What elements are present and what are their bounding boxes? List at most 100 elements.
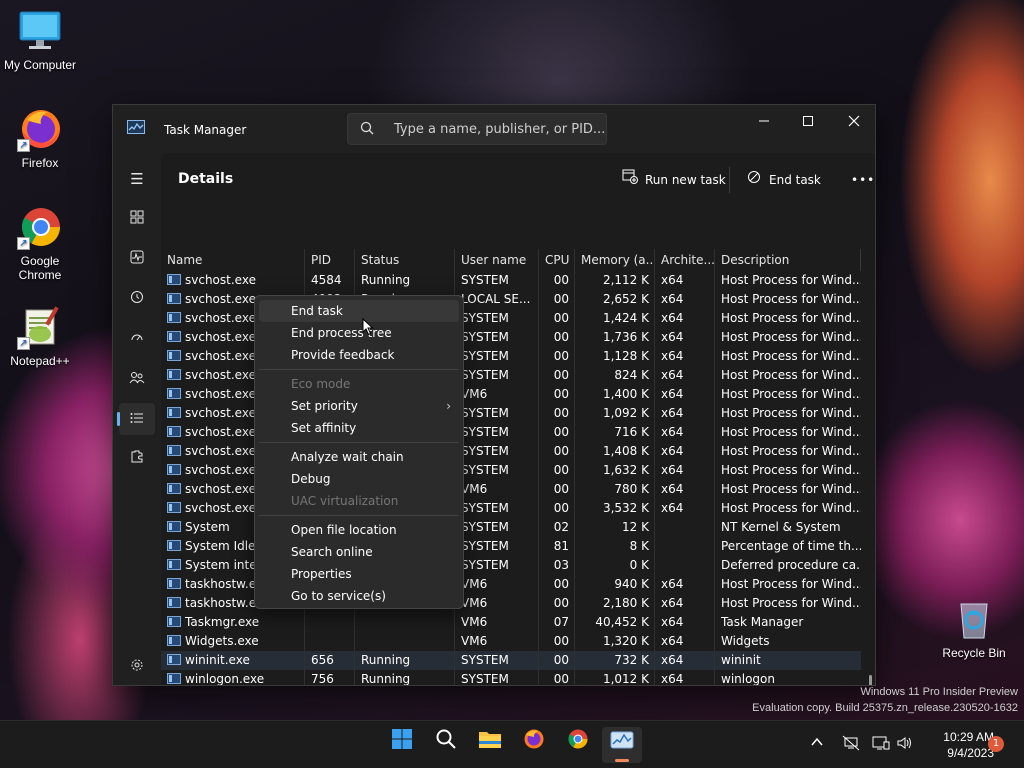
process-icon	[167, 426, 181, 437]
menu-item-end-process-tree[interactable]: End process tree	[259, 322, 459, 344]
performance-icon[interactable]	[119, 243, 155, 275]
process-icon	[167, 502, 181, 513]
minimize-button[interactable]	[741, 111, 787, 137]
processes-icon[interactable]	[119, 203, 155, 235]
column-header-memory[interactable]: Memory (a...	[575, 249, 655, 271]
cell-desc: Host Process for Wind...	[721, 368, 861, 382]
run-new-task-button[interactable]: Run new task	[621, 167, 726, 193]
menu-item-debug[interactable]: Debug	[259, 468, 459, 490]
title-bar[interactable]: Task Manager Type a name, publisher, or …	[113, 105, 875, 153]
column-header-desc[interactable]: Description	[715, 249, 861, 271]
users-icon[interactable]	[119, 363, 155, 395]
table-row[interactable]: svchost.exe 4584 Running SYSTEM 00 2,112 K x64…	[161, 271, 861, 290]
menu-item-properties[interactable]: Properties	[259, 563, 459, 585]
cell-cpu: 00	[553, 672, 569, 686]
cell-memory: 8 K	[629, 539, 649, 553]
cell-desc: Task Manager	[721, 615, 804, 629]
cell-desc: Host Process for Wind...	[721, 292, 861, 306]
cell-arch: x64	[661, 406, 684, 420]
cell-arch: x64	[661, 349, 684, 363]
cell-desc: Host Process for Wind...	[721, 596, 861, 610]
cell-pid: 656	[311, 653, 334, 667]
column-header-name[interactable]: Name	[161, 249, 305, 271]
task-manager-taskbar-button[interactable]	[602, 727, 642, 763]
column-header-pid[interactable]: PID	[305, 249, 355, 271]
menu-item-open-file-location[interactable]: Open file location	[259, 519, 459, 541]
search-icon	[360, 121, 374, 139]
column-header-status[interactable]: Status	[355, 249, 455, 271]
cell-memory: 1,408 K	[602, 444, 649, 458]
settings-gear-icon[interactable]	[119, 651, 155, 683]
chevron-right-icon: ›	[446, 399, 451, 413]
cell-arch: x64	[661, 444, 684, 458]
vertical-scrollbar[interactable]	[869, 675, 872, 685]
search-input[interactable]: Type a name, publisher, or PID...	[347, 113, 607, 145]
network-off-icon[interactable]	[842, 735, 860, 755]
process-name: svchost.exe	[185, 425, 256, 439]
cell-desc: Host Process for Wind...	[721, 444, 861, 458]
close-button[interactable]	[831, 111, 875, 137]
cell-cpu: 02	[553, 520, 569, 534]
cell-user: SYSTEM	[461, 558, 509, 572]
details-icon[interactable]	[117, 403, 155, 435]
chevron-up-icon[interactable]	[810, 735, 824, 753]
desktop-icon-my-computer[interactable]: My Computer	[0, 8, 80, 72]
cell-memory: 2,652 K	[602, 292, 649, 306]
maximize-button[interactable]	[785, 111, 831, 137]
display-icon[interactable]	[872, 735, 890, 755]
table-row[interactable]: winlogon.exe 756 Running SYSTEM 00 1,012 K x64…	[161, 670, 861, 686]
menu-item-set-affinity[interactable]: Set affinity	[259, 417, 459, 439]
hamburger-menu-icon[interactable]: ☰	[119, 163, 155, 195]
more-options-button[interactable]: •••	[851, 167, 875, 193]
desktop-icon-chrome[interactable]: ↗ Google Chrome	[0, 204, 80, 282]
cell-name: Widgets.exe	[161, 632, 305, 651]
menu-item-analyze-wait-chain[interactable]: Analyze wait chain	[259, 446, 459, 468]
clock-date: 9/4/2023	[947, 746, 994, 760]
desktop-icon-firefox[interactable]: ↗ Firefox	[0, 106, 80, 170]
app-history-icon[interactable]	[119, 283, 155, 315]
table-row[interactable]: Widgets.exe VM6 00 1,320 K x64 Widgets	[161, 632, 861, 651]
column-header-cpu[interactable]: CPU	[539, 249, 575, 271]
notification-badge[interactable]: 1	[988, 736, 1004, 752]
cell-memory: 1,632 K	[602, 463, 649, 477]
column-header-user[interactable]: User name	[455, 249, 539, 271]
cell-cpu: 00	[553, 273, 569, 287]
process-name: svchost.exe	[185, 463, 256, 477]
taskbar: 10:29 AM 9/4/2023	[0, 720, 1024, 768]
menu-separator	[259, 442, 459, 443]
menu-item-search-online[interactable]: Search online	[259, 541, 459, 563]
end-task-button[interactable]: End task	[745, 167, 821, 193]
menu-item-provide-feedback[interactable]: Provide feedback	[259, 344, 459, 366]
process-icon	[167, 521, 181, 532]
cell-cpu: 00	[553, 349, 569, 363]
table-row[interactable]: Taskmgr.exe VM6 07 40,452 K x64 Task Manager	[161, 613, 861, 632]
startup-apps-icon[interactable]	[119, 323, 155, 355]
volume-icon[interactable]	[896, 735, 914, 755]
chrome-icon[interactable]	[558, 727, 598, 763]
menu-item-set-priority[interactable]: Set priority ›	[259, 395, 459, 417]
column-header-arch[interactable]: Archite...	[655, 249, 715, 271]
cell-desc: wininit	[721, 653, 761, 667]
table-row[interactable]: wininit.exe 656 Running SYSTEM 00 732 K x64 win…	[161, 651, 861, 670]
menu-item-end-task[interactable]: End task	[259, 300, 459, 322]
monitor-icon	[17, 8, 63, 54]
cell-name: wininit.exe	[161, 651, 305, 670]
clock[interactable]: 10:29 AM 9/4/2023	[916, 729, 994, 761]
cell-arch: x64	[661, 482, 684, 496]
desktop-icon-recycle-bin[interactable]: Recycle Bin	[934, 596, 1014, 660]
firefox-icon[interactable]	[514, 727, 554, 763]
cell-desc: NT Kernel & System	[721, 520, 841, 534]
services-icon[interactable]	[119, 443, 155, 475]
cell-cpu: 81	[553, 539, 569, 553]
cell-status: Running	[361, 273, 411, 287]
search-icon[interactable]	[426, 727, 466, 763]
start-icon[interactable]	[382, 727, 422, 763]
file-explorer-icon[interactable]	[470, 727, 510, 763]
desktop-icon-label: My Computer	[3, 58, 77, 72]
desktop-icon-notepadpp[interactable]: ↗ Notepad++	[0, 304, 80, 368]
desktop-icon-label: Firefox	[21, 156, 59, 170]
menu-item-go-to-service-s[interactable]: Go to service(s)	[259, 585, 459, 607]
process-icon	[167, 616, 181, 627]
table-header: Name PID Status User name CPU Memory (a... Arc…	[161, 249, 861, 271]
cell-desc: Deferred procedure ca...	[721, 558, 861, 572]
